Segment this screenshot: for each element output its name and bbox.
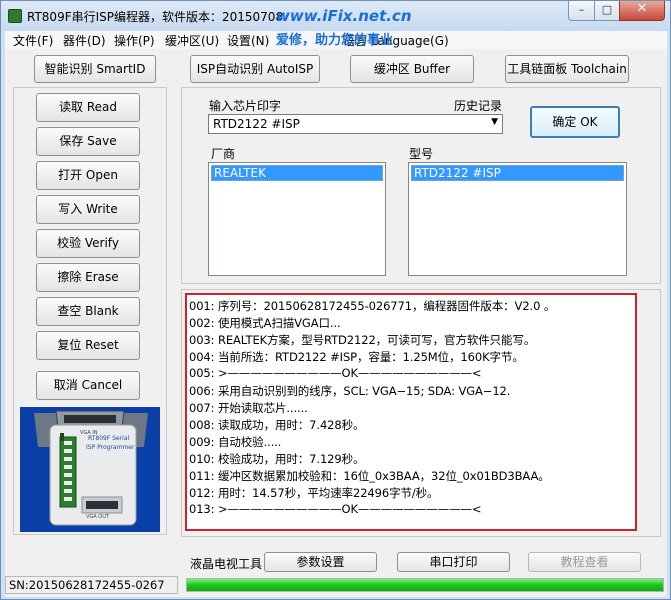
- blank-button[interactable]: 查空 Blank: [36, 297, 140, 326]
- chip-combo-value: RTD2122 #ISP: [213, 117, 300, 131]
- log-output[interactable]: 001: 序列号：20150628172455-026771，编程器固件版本：V…: [185, 293, 637, 531]
- model-list[interactable]: RTD2122 #ISP: [408, 162, 627, 276]
- log-line: 003: REALTEK方案，型号RTD2122，可读可写，官方软件只能写。: [189, 333, 536, 347]
- chip-input-label: 输入芯片印字: [209, 99, 282, 113]
- log-line: 007: 开始读取芯片......: [189, 401, 308, 415]
- status-bar: SN:20150628172455-0267: [5, 575, 667, 595]
- window-title: RT809F串行ISP编程器，软件版本：20150708: [27, 10, 284, 24]
- ok-button[interactable]: 确定 OK: [530, 106, 620, 138]
- progress-bar: [186, 578, 664, 592]
- menu-operation[interactable]: 操作(P): [114, 32, 155, 49]
- close-button[interactable]: ✕: [619, 1, 665, 21]
- port-label-bottom: VGA OUT: [86, 514, 109, 520]
- menu-buffer[interactable]: 缓冲区(U): [165, 32, 219, 49]
- log-line: 004: 当前所选：RTD2122 #ISP，容量：1.25M位，160K字节。: [189, 350, 524, 364]
- log-line: 002: 使用模式A扫描VGA口...: [189, 316, 341, 330]
- smartid-button[interactable]: 智能识别 SmartID: [34, 55, 156, 83]
- programmer-photo: RT809F Serial ISP Programmer VGA IN VGA …: [20, 407, 160, 532]
- log-line: 009: 自动校验.....: [189, 435, 282, 449]
- history-label: 历史记录: [454, 99, 503, 113]
- minimize-icon: –: [578, 3, 585, 16]
- log-line: 011: 缓冲区数据累加校验和：16位_0x3BAA，32位_0x01BD3BA…: [189, 469, 550, 483]
- log-line: 006: 采用自动识别到的线序，SCL: VGA−15; SDA: VGA−12…: [189, 384, 511, 398]
- buffer-label: 缓冲区 Buffer: [373, 62, 451, 76]
- tutorial-label: 教程查看: [560, 555, 609, 569]
- device-text-2: ISP Programmer: [86, 444, 135, 451]
- erase-label: 擦除 Erase: [57, 270, 119, 284]
- smartid-label: 智能识别 SmartID: [44, 62, 146, 76]
- open-label: 打开 Open: [58, 168, 118, 182]
- serial-print-button[interactable]: 串口打印: [397, 552, 510, 572]
- params-button[interactable]: 参数设置: [264, 552, 377, 572]
- log-line: 001: 序列号：20150628172455-026771，编程器固件版本：V…: [189, 299, 556, 313]
- maximize-icon: □: [601, 3, 613, 16]
- toolchain-button[interactable]: 工具链面板 Toolchain: [505, 55, 629, 83]
- params-label: 参数设置: [296, 555, 345, 569]
- save-button[interactable]: 保存 Save: [36, 127, 140, 156]
- reset-button[interactable]: 复位 Reset: [36, 331, 140, 360]
- write-label: 写入 Write: [58, 202, 118, 216]
- serial-print-label: 串口打印: [429, 555, 478, 569]
- log-line: 013: >——————————OK——————————<: [189, 502, 482, 516]
- save-label: 保存 Save: [59, 134, 117, 148]
- verify-label: 校验 Verify: [57, 236, 119, 250]
- menu-settings[interactable]: 设置(N): [227, 32, 269, 49]
- serial-number: SN:20150628172455-0267: [5, 576, 178, 594]
- reset-label: 复位 Reset: [57, 338, 119, 352]
- model-list-item[interactable]: RTD2122 #ISP: [411, 165, 624, 181]
- title-bar[interactable]: RT809F串行ISP编程器，软件版本：20150708 www.iFix.ne…: [1, 1, 670, 31]
- watermark-url: www.iFix.net.cn: [276, 7, 412, 25]
- minimize-button[interactable]: –: [568, 1, 595, 21]
- log-line: 008: 读取成功，用时：7.428秒。: [189, 418, 365, 432]
- blank-label: 查空 Blank: [57, 304, 119, 318]
- ok-label: 确定 OK: [552, 115, 598, 129]
- close-icon: ✕: [636, 1, 648, 16]
- log-line: 010: 校验成功，用时：7.129秒。: [189, 452, 365, 466]
- progress-fill: [187, 579, 663, 591]
- log-line: 012: 用时：14.57秒，平均速率22496字节/秒。: [189, 486, 439, 500]
- open-button[interactable]: 打开 Open: [36, 161, 140, 190]
- toolchain-label: 工具链面板 Toolchain: [507, 62, 627, 76]
- autoisp-button[interactable]: ISP自动识别 AutoISP: [190, 55, 320, 83]
- erase-button[interactable]: 擦除 Erase: [36, 263, 140, 292]
- dropdown-arrow-icon[interactable]: ▼: [491, 117, 498, 127]
- tutorial-button[interactable]: 教程查看: [528, 552, 641, 572]
- read-label: 读取 Read: [59, 100, 117, 114]
- chip-combo[interactable]: RTD2122 #ISP ▼: [208, 114, 503, 134]
- buffer-button[interactable]: 缓冲区 Buffer: [350, 55, 474, 83]
- app-icon: [8, 9, 22, 23]
- read-button[interactable]: 读取 Read: [36, 93, 140, 122]
- port-label-top: VGA IN: [80, 430, 98, 436]
- vendor-list-item[interactable]: REALTEK: [211, 165, 383, 181]
- device-text-1: RT809F Serial: [88, 435, 130, 442]
- lcd-tool-label: 液晶电视工具: [190, 557, 263, 571]
- menu-file[interactable]: 文件(F): [13, 32, 53, 49]
- cancel-button[interactable]: 取消 Cancel: [36, 371, 140, 400]
- write-button[interactable]: 写入 Write: [36, 195, 140, 224]
- verify-button[interactable]: 校验 Verify: [36, 229, 140, 258]
- log-line: 005: >——————————OK——————————<: [189, 366, 482, 380]
- autoisp-label: ISP自动识别 AutoISP: [196, 62, 314, 76]
- vendor-label: 厂商: [211, 147, 236, 161]
- model-label: 型号: [409, 147, 434, 161]
- client-area: 智能识别 SmartID ISP自动识别 AutoISP 缓冲区 Buffer …: [5, 49, 667, 597]
- maximize-button[interactable]: □: [594, 1, 620, 21]
- menu-device[interactable]: 器件(D): [63, 32, 106, 49]
- cancel-label: 取消 Cancel: [53, 378, 123, 392]
- watermark-slogan: 爱修，助力您的事业: [276, 33, 394, 48]
- vendor-list[interactable]: REALTEK: [208, 162, 386, 276]
- main-window: RT809F串行ISP编程器，软件版本：20150708 www.iFix.ne…: [0, 0, 671, 600]
